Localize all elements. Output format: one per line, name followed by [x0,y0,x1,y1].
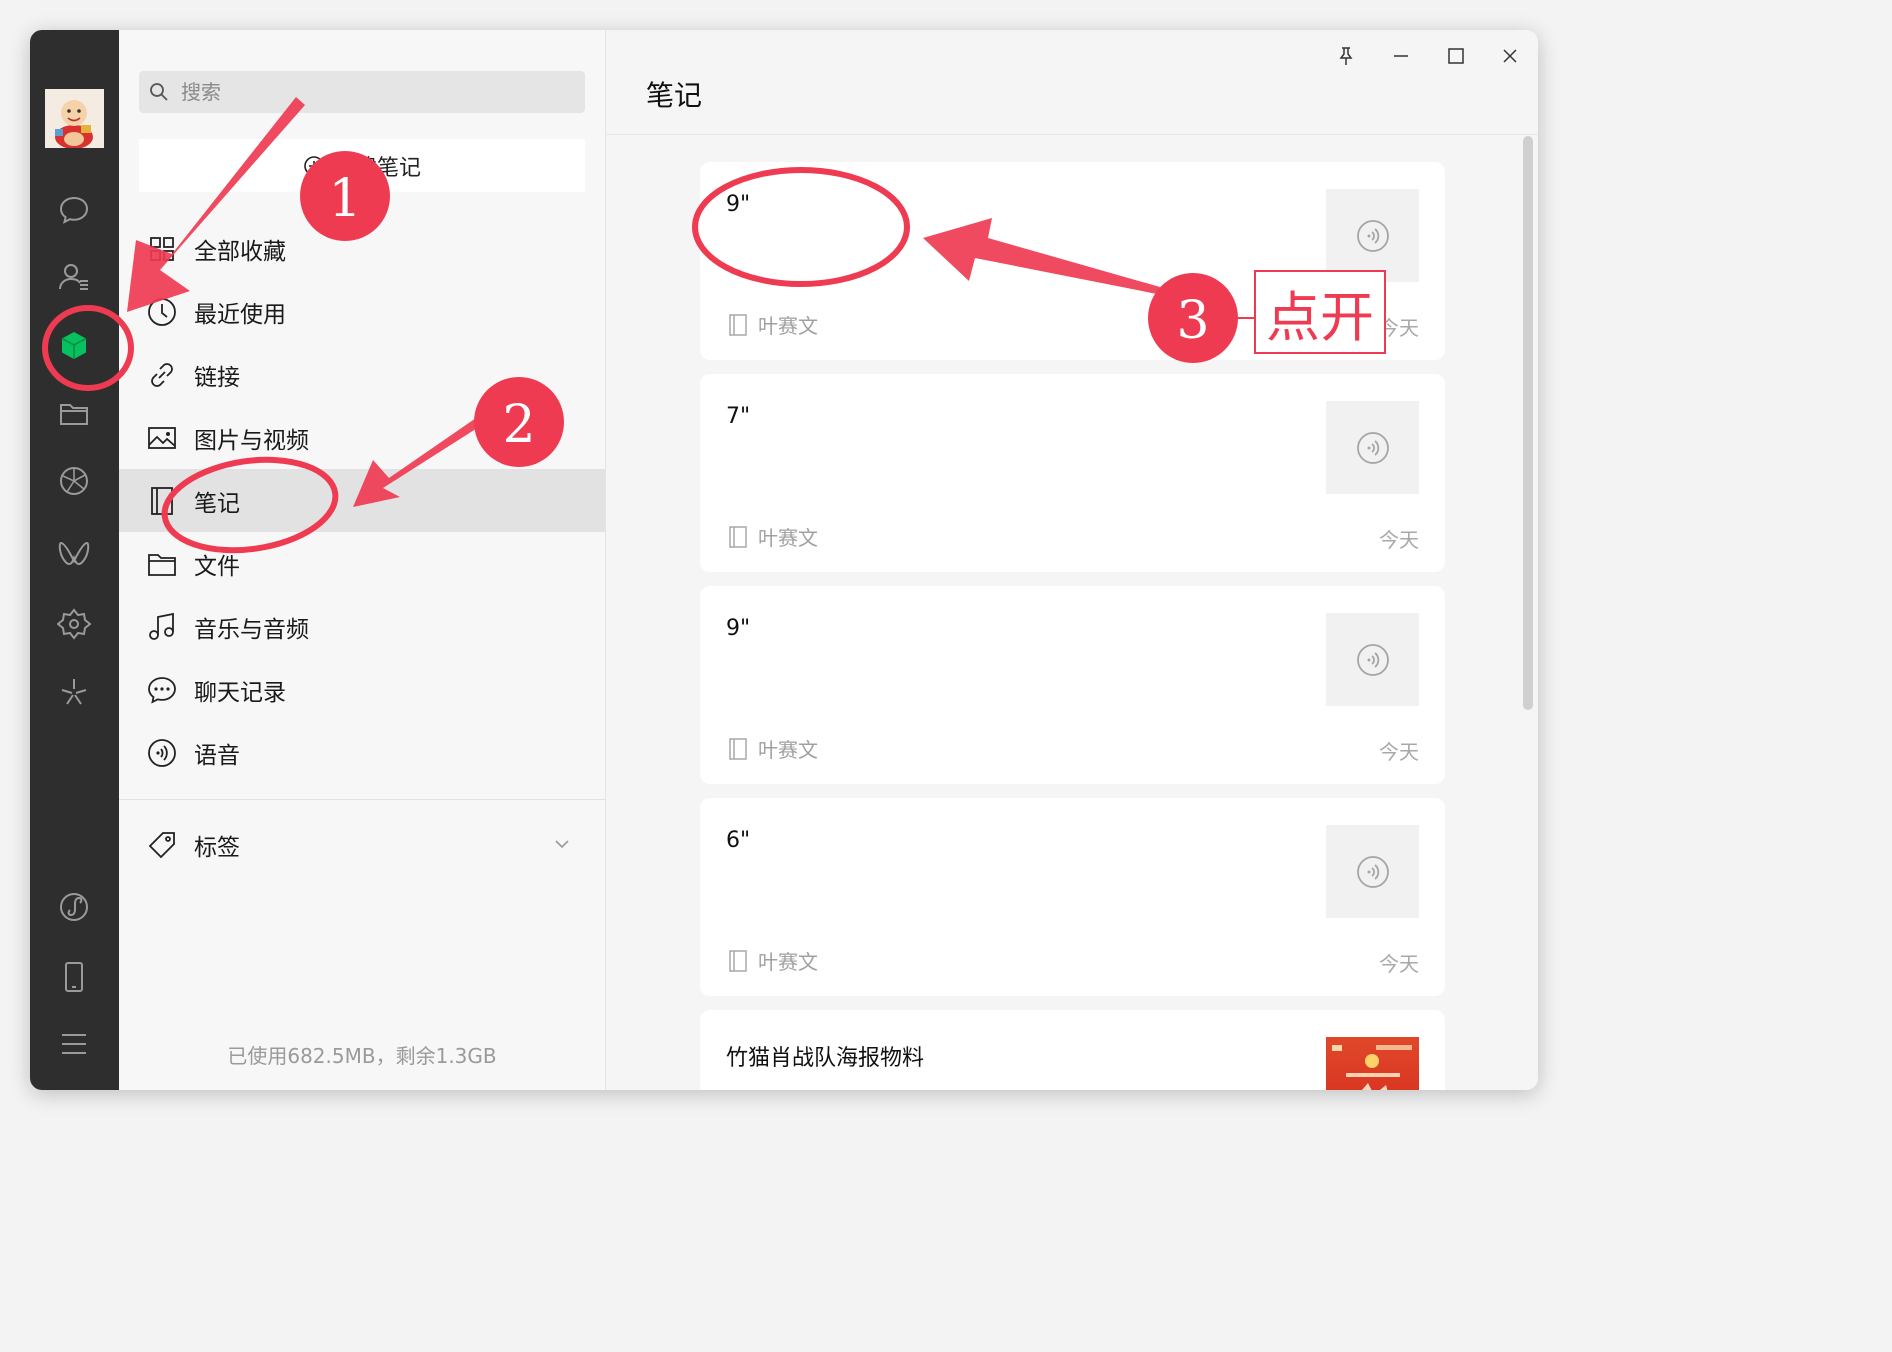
category-label: 聊天记录 [194,679,286,706]
note-author: 叶赛文 [758,950,818,974]
minimize-icon[interactable] [1381,36,1421,76]
chevron-down-icon[interactable] [553,835,571,853]
category-files[interactable]: 文件 [119,532,605,595]
miniprogram-icon[interactable] [52,602,96,646]
voice-icon [1356,219,1389,252]
note-source: 叶赛文 [728,310,818,339]
category-images-videos[interactable]: 图片与视频 [119,406,605,469]
menu-icon[interactable] [52,1022,96,1066]
search-discover-icon[interactable] [52,670,96,714]
miniprogram-link-icon[interactable] [52,885,96,929]
nav-rail [30,30,119,1090]
close-icon[interactable] [1490,36,1530,76]
note-title: 9" [726,192,751,217]
category-label: 音乐与音频 [194,616,309,643]
new-note-button[interactable]: 新建笔记 [139,139,585,192]
note-icon [145,484,179,518]
music-icon [145,610,179,644]
note-icon [729,313,747,336]
note-icon [729,525,747,548]
contacts-icon[interactable] [52,255,96,299]
note-author: 叶赛文 [758,738,818,762]
folder-icon [145,547,179,581]
note-card[interactable]: 7" 叶赛文 今天 [700,374,1445,572]
note-card[interactable]: 9" 叶赛文 今天 [700,586,1445,784]
tags-label: 标签 [194,834,240,861]
category-links[interactable]: 链接 [119,343,605,406]
avatar[interactable] [45,89,104,148]
category-chat-records[interactable]: 聊天记录 [119,658,605,721]
favorites-cube-icon[interactable] [52,324,96,368]
chat-icon[interactable] [52,188,96,232]
search-input[interactable] [179,79,563,105]
divider [119,799,605,800]
new-note-label: 新建笔记 [332,155,421,181]
note-thumbnail [1326,825,1419,918]
phone-icon[interactable] [52,955,96,999]
category-notes[interactable]: 笔记 [119,469,605,532]
pin-icon[interactable] [1326,36,1366,76]
moments-icon[interactable] [52,459,96,503]
voice-icon [1356,643,1389,676]
image-icon [145,421,179,455]
tags-section[interactable]: 标签 [119,813,605,876]
note-thumbnail [1326,401,1419,494]
category-recent[interactable]: 最近使用 [119,280,605,343]
note-author: 叶赛文 [758,314,818,338]
category-label: 链接 [194,364,240,391]
note-thumbnail [1326,189,1419,282]
category-voice[interactable]: 语音 [119,721,605,784]
favorites-panel: 新建笔记 全部收藏 最近使用 链接 图片与视频 笔记 文件 音乐与音频 [119,30,606,1090]
category-label: 笔记 [194,490,240,517]
scrollbar[interactable] [1523,136,1533,710]
voice-icon [1356,431,1389,464]
voice-icon [1356,855,1389,888]
voice-icon [145,736,179,770]
folder-icon[interactable] [52,392,96,436]
category-label: 文件 [194,553,240,580]
all-favorites-icon [145,232,179,266]
note-title: 9" [726,616,751,641]
note-icon [729,949,747,972]
note-source: 叶赛文 [728,734,818,763]
category-label: 图片与视频 [194,427,309,454]
app-window: 新建笔记 全部收藏 最近使用 链接 图片与视频 笔记 文件 音乐与音频 [30,30,1538,1090]
storage-usage: 已使用682.5MB，剩余1.3GB [227,1044,497,1068]
search-icon [150,83,168,101]
notes-header: 笔记 [606,30,1538,135]
page-title: 笔记 [646,79,703,112]
poster-image [1326,1037,1419,1090]
clock-icon [145,295,179,329]
note-thumbnail [1326,613,1419,706]
note-date: 今天 [1379,952,1419,976]
note-card[interactable]: 6" 叶赛文 今天 [700,798,1445,996]
channels-icon[interactable] [52,532,96,576]
note-source: 叶赛文 [728,946,818,975]
search-box[interactable] [139,71,585,113]
note-date: 今天 [1379,740,1419,764]
note-source: 叶赛文 [728,522,818,551]
notes-panel: 笔记 9" 叶赛文 今天 7" 叶赛文 今天 9" 叶赛文 今天 6" 叶赛文 … [606,30,1538,1090]
note-title: 6" [726,828,751,853]
note-author: 叶赛文 [758,526,818,550]
link-icon [145,358,179,392]
maximize-icon[interactable] [1436,36,1476,76]
category-label: 全部收藏 [194,238,286,265]
note-card[interactable]: 竹猫肖战队海报物料 [700,1010,1445,1090]
category-label: 最近使用 [194,301,286,328]
note-icon [729,737,747,760]
note-title: 竹猫肖战队海报物料 [726,1046,925,1071]
tag-icon [145,828,179,862]
note-title: 7" [726,404,751,429]
category-all-favorites[interactable]: 全部收藏 [119,217,605,280]
category-music-audio[interactable]: 音乐与音频 [119,595,605,658]
note-date: 今天 [1379,528,1419,552]
chat-record-icon [145,673,179,707]
plus-circle-icon [304,155,324,176]
category-label: 语音 [194,742,240,769]
callout-label: 点开 [1254,270,1386,354]
